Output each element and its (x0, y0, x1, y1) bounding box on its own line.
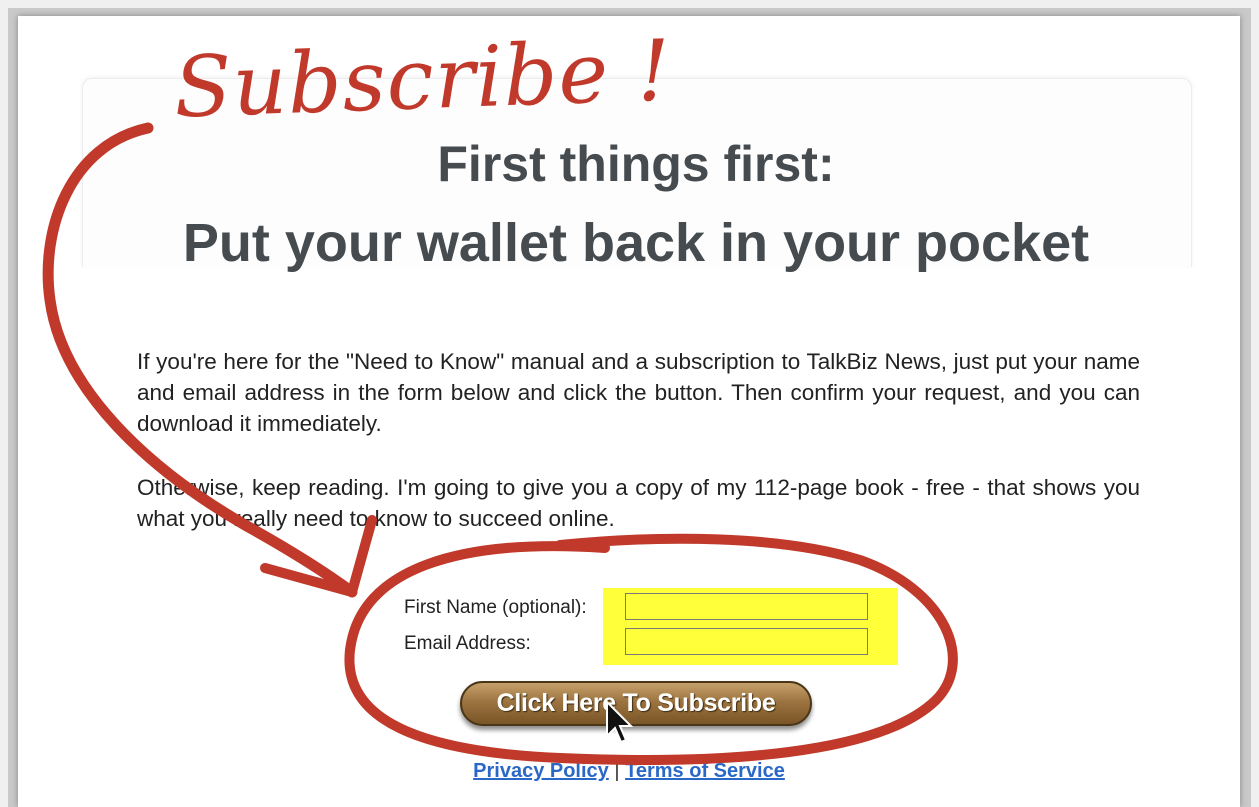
first-name-label: First Name (optional): (404, 597, 587, 618)
subscribe-button[interactable]: Click Here To Subscribe (460, 681, 812, 726)
offer-paragraph: Otherwise, keep reading. I'm going to gi… (137, 475, 1140, 531)
footer-links: Privacy Policy | Terms of Service (18, 760, 1240, 783)
headline-line-1: First things first: (437, 136, 835, 192)
privacy-policy-link[interactable]: Privacy Policy (473, 760, 609, 782)
first-name-input[interactable] (625, 593, 868, 620)
web-page: First things first: Put your wallet back… (18, 16, 1240, 807)
terms-of-service-link[interactable]: Terms of Service (625, 760, 785, 782)
email-input[interactable] (625, 628, 868, 655)
footer-separator: | (614, 760, 620, 782)
headline-line-2: Put your wallet back in your pocket (182, 213, 1090, 273)
email-label: Email Address: (404, 633, 531, 654)
intro-paragraph: If you're here for the "Need to Know" ma… (137, 349, 1140, 436)
